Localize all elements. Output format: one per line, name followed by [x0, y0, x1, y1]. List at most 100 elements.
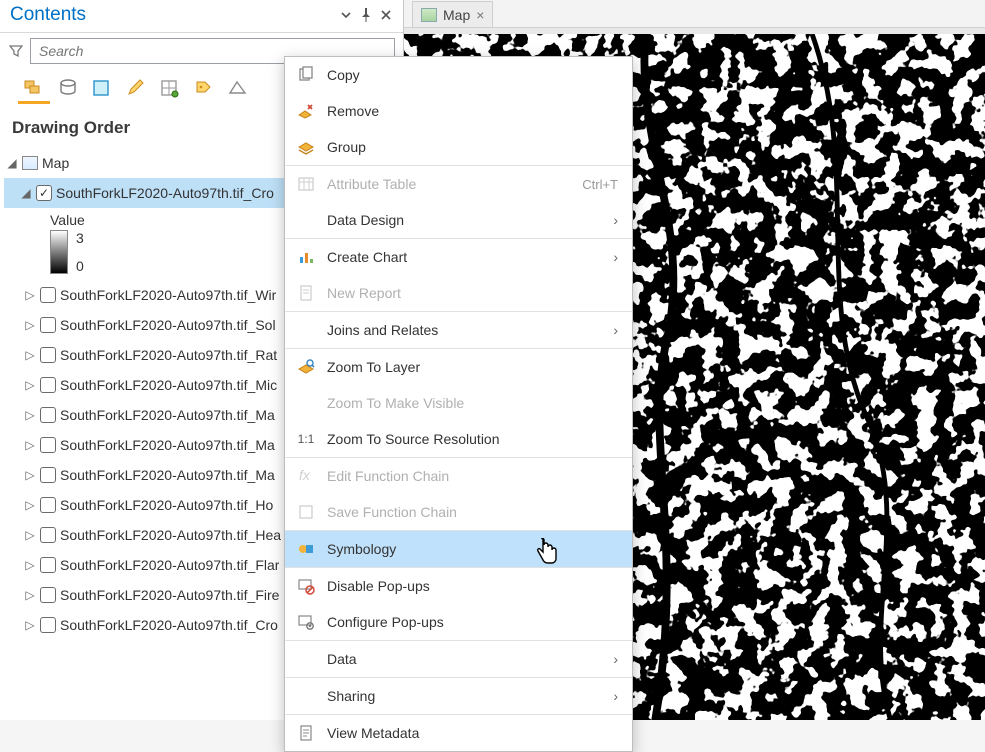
layer-name: SouthForkLF2020-Auto97th.tif_Ma [60, 467, 275, 483]
layer-name: SouthForkLF2020-Auto97th.tif_Hea [60, 527, 281, 543]
ctx-edit-function-chain: fx Edit Function Chain [285, 458, 632, 494]
ctx-data[interactable]: Data › [285, 641, 632, 677]
layer-name: SouthForkLF2020-Auto97th.tif_Ho [60, 497, 273, 513]
ramp-max: 3 [76, 230, 84, 246]
layer-checkbox[interactable] [40, 317, 56, 333]
chevron-right-icon: › [613, 212, 618, 228]
expand-arrow-icon[interactable]: ▷ [24, 528, 36, 542]
configure-popups-icon [295, 611, 317, 633]
layer-checkbox[interactable] [40, 587, 56, 603]
layer-checkbox[interactable] [40, 617, 56, 633]
expand-arrow-icon[interactable]: ▷ [24, 558, 36, 572]
ctx-remove[interactable]: Remove [285, 93, 632, 129]
expand-arrow-icon[interactable]: ▷ [24, 498, 36, 512]
list-by-snapping-button[interactable] [154, 74, 186, 104]
layer-name: SouthForkLF2020-Auto97th.tif_Ma [60, 407, 275, 423]
layer-name: SouthForkLF2020-Auto97th.tif_Fire [60, 587, 279, 603]
chevron-right-icon: › [613, 651, 618, 667]
chevron-right-icon: › [613, 249, 618, 265]
ramp-min: 0 [76, 258, 84, 274]
layer-checkbox[interactable] [40, 437, 56, 453]
svg-text:fx: fx [299, 467, 311, 483]
collapse-arrow-icon[interactable]: ◢ [6, 156, 18, 170]
layer-checkbox[interactable] [40, 467, 56, 483]
ctx-view-metadata[interactable]: View Metadata [285, 715, 632, 751]
list-by-selection-button[interactable] [86, 74, 118, 104]
pin-icon[interactable] [357, 6, 375, 24]
group-icon [295, 136, 317, 158]
layer-checkbox[interactable] [40, 557, 56, 573]
contents-title: Contents [10, 4, 86, 26]
layer-name: SouthForkLF2020-Auto97th.tif_Rat [60, 347, 277, 363]
ctx-sharing[interactable]: Sharing › [285, 678, 632, 714]
chevron-right-icon: › [613, 688, 618, 704]
report-icon [295, 282, 317, 304]
list-by-editing-button[interactable] [120, 74, 152, 104]
map-label: Map [42, 155, 69, 171]
remove-icon [295, 100, 317, 122]
ctx-copy[interactable]: Copy [285, 57, 632, 93]
map-view-tab[interactable]: Map × [412, 1, 493, 27]
view-tab-strip: Map × [404, 0, 985, 28]
expand-arrow-icon[interactable]: ▷ [24, 438, 36, 452]
expand-arrow-icon[interactable]: ▷ [24, 378, 36, 392]
chart-icon [295, 246, 317, 268]
ctx-data-design[interactable]: Data Design › [285, 202, 632, 238]
ctx-zoom-to-layer[interactable]: Zoom To Layer [285, 349, 632, 385]
layer-context-menu: Copy Remove Group Attribute Table Ctrl+T… [284, 56, 633, 752]
expand-arrow-icon[interactable]: ▷ [24, 288, 36, 302]
ctx-symbology[interactable]: Symbology [285, 531, 632, 567]
zoom-layer-icon [295, 356, 317, 378]
table-icon [295, 173, 317, 195]
ctx-attribute-table: Attribute Table Ctrl+T [285, 166, 632, 202]
map-icon [22, 156, 38, 170]
list-by-labeling-button[interactable] [188, 74, 220, 104]
layer-checkbox[interactable] [40, 347, 56, 363]
ctx-new-report: New Report [285, 275, 632, 311]
collapse-arrow-icon[interactable]: ◢ [20, 186, 32, 200]
layer-checkbox[interactable] [40, 377, 56, 393]
expand-arrow-icon[interactable]: ▷ [24, 468, 36, 482]
list-by-source-button[interactable] [52, 74, 84, 104]
layer-name: SouthForkLF2020-Auto97th.tif_Mic [60, 377, 277, 393]
list-by-drawing-order-button[interactable] [18, 74, 50, 104]
fx-icon: fx [295, 465, 317, 487]
layer-name: SouthForkLF2020-Auto97th.tif_Sol [60, 317, 276, 333]
disable-popups-icon [295, 575, 317, 597]
ctx-zoom-to-visible: Zoom To Make Visible [285, 385, 632, 421]
layer-checkbox[interactable] [40, 527, 56, 543]
copy-icon [295, 64, 317, 86]
ctx-joins-relates[interactable]: Joins and Relates › [285, 312, 632, 348]
ctx-configure-popups[interactable]: Configure Pop-ups [285, 604, 632, 640]
color-ramp-icon [50, 230, 68, 274]
ctx-group[interactable]: Group [285, 129, 632, 165]
expand-arrow-icon[interactable]: ▷ [24, 588, 36, 602]
ctx-disable-popups[interactable]: Disable Pop-ups [285, 568, 632, 604]
ctx-save-function-chain: Save Function Chain [285, 494, 632, 530]
menu-chevron-icon[interactable] [337, 6, 355, 24]
ctx-zoom-to-source-res[interactable]: 1:1 Zoom To Source Resolution [285, 421, 632, 457]
layer-name: SouthForkLF2020-Auto97th.tif_Cro [56, 185, 274, 201]
expand-arrow-icon[interactable]: ▷ [24, 318, 36, 332]
expand-arrow-icon[interactable]: ▷ [24, 618, 36, 632]
map-thumb-icon [421, 8, 437, 22]
map-tab-label: Map [443, 7, 470, 23]
metadata-icon [295, 722, 317, 744]
ctx-create-chart[interactable]: Create Chart › [285, 239, 632, 275]
layer-checkbox[interactable] [40, 407, 56, 423]
symbology-icon [295, 538, 317, 560]
layer-checkbox[interactable] [40, 497, 56, 513]
save-fx-icon [295, 501, 317, 523]
one-to-one-icon: 1:1 [295, 428, 317, 450]
filter-icon[interactable] [8, 43, 24, 59]
close-icon[interactable]: × [476, 7, 484, 23]
expand-arrow-icon[interactable]: ▷ [24, 348, 36, 362]
chevron-right-icon: › [613, 322, 618, 338]
layer-name: SouthForkLF2020-Auto97th.tif_Cro [60, 617, 278, 633]
layer-checkbox[interactable] [36, 185, 52, 201]
layer-name: SouthForkLF2020-Auto97th.tif_Wir [60, 287, 276, 303]
close-icon[interactable] [377, 6, 395, 24]
list-by-perspective-button[interactable] [222, 74, 254, 104]
expand-arrow-icon[interactable]: ▷ [24, 408, 36, 422]
layer-checkbox[interactable] [40, 287, 56, 303]
